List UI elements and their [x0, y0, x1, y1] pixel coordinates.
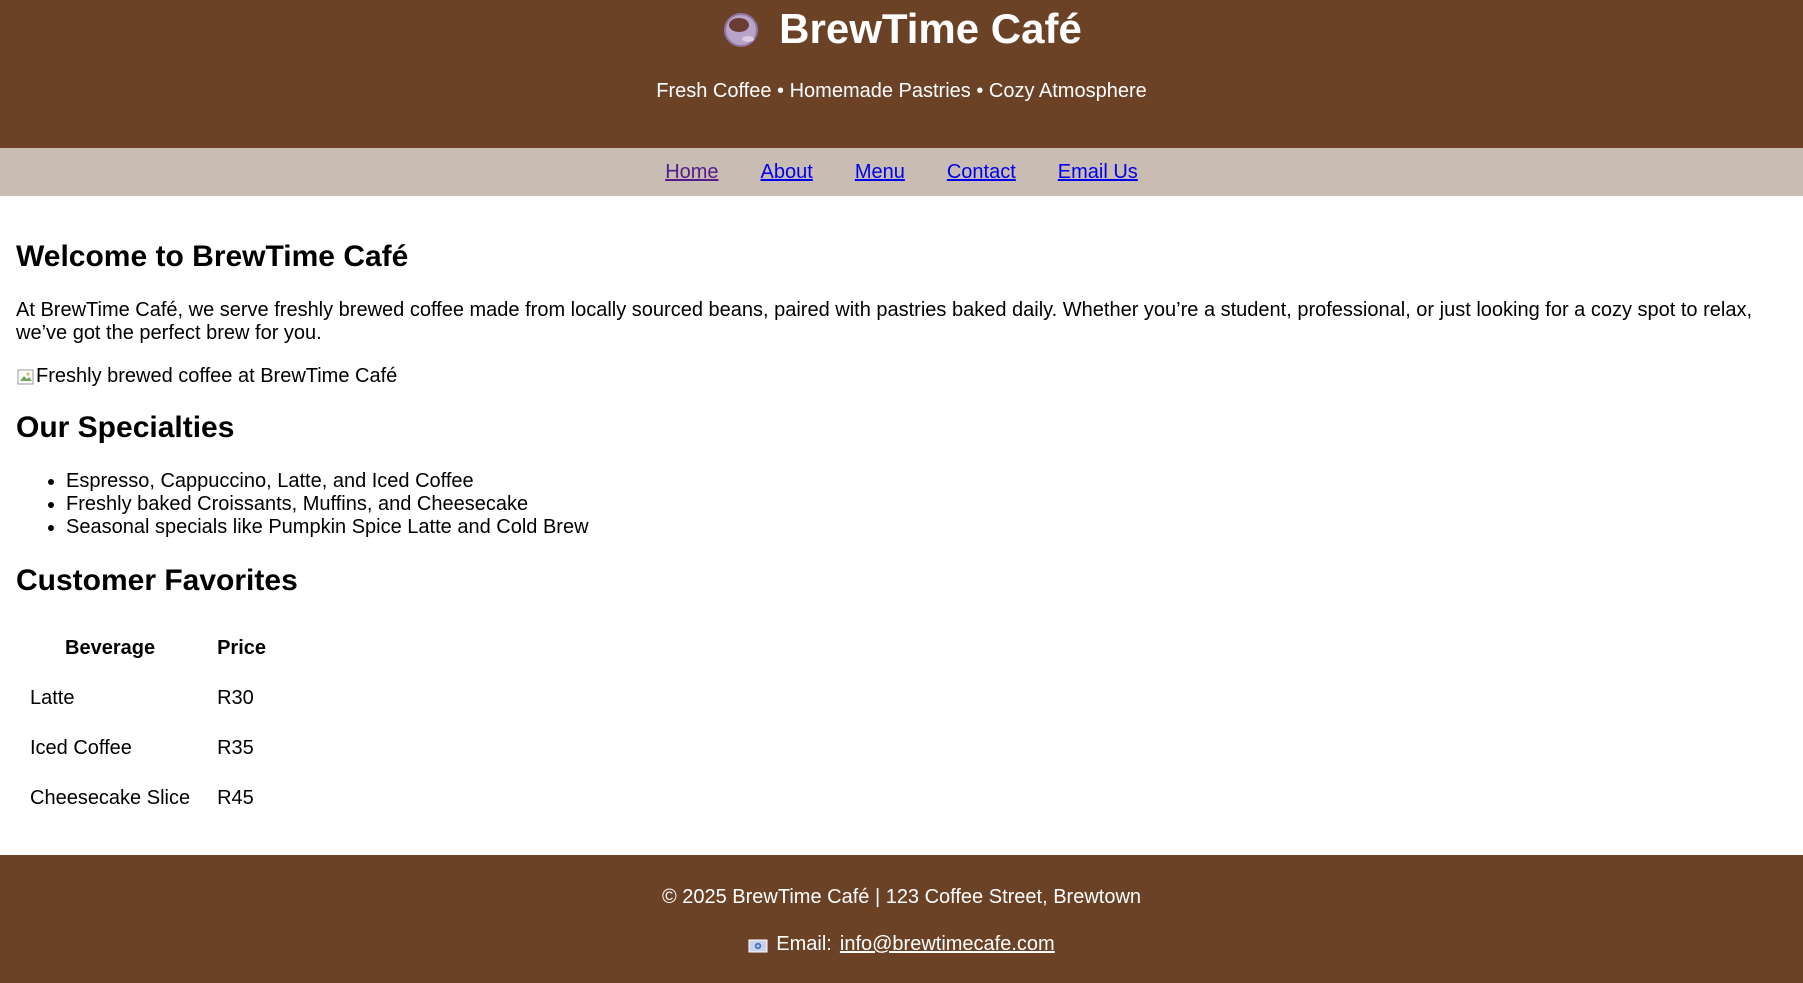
hero-image: Freshly brewed coffee at BrewTime Café: [16, 365, 1787, 388]
specialties-list: Espresso, Cappuccino, Latte, and Iced Co…: [16, 470, 1787, 539]
price-cell: R30: [217, 686, 254, 709]
site-title: BrewTime Café: [779, 5, 1082, 52]
welcome-heading: Welcome to BrewTime Café: [16, 240, 409, 273]
table-row: Iced Coffee R35: [16, 723, 280, 773]
main-nav: Home About Menu Contact Email Us: [0, 148, 1803, 196]
welcome-text: At BrewTime Café, we serve freshly brewe…: [16, 299, 1753, 344]
site-footer: © 2025 BrewTime Café | 123 Coffee Street…: [0, 855, 1803, 983]
coffee-cup-icon: [721, 9, 761, 49]
site-header: BrewTime Café Fresh Coffee • Homemade Pa…: [0, 0, 1803, 148]
table-row: Latte R30: [16, 673, 280, 723]
beverage-cell: Latte: [30, 686, 75, 709]
broken-image-icon: [16, 367, 36, 387]
list-item: Espresso, Cappuccino, Latte, and Iced Co…: [66, 470, 1787, 493]
footer-email-line: Email: info@brewtimecafe.com: [0, 932, 1803, 956]
footer-email-link[interactable]: info@brewtimecafe.com: [840, 932, 1055, 956]
beverage-cell: Cheesecake Slice: [30, 786, 191, 809]
column-header-price: Price: [217, 636, 267, 659]
nav-link-email-us[interactable]: Email Us: [1058, 161, 1138, 184]
favorites-heading: Customer Favorites: [16, 564, 298, 597]
mail-icon: [748, 936, 768, 953]
title-row: BrewTime Café: [0, 4, 1803, 54]
price-cell: R45: [217, 786, 254, 809]
hero-image-alt-text: Freshly brewed coffee at BrewTime Café: [36, 365, 398, 387]
main-content: Welcome to BrewTime Café At BrewTime Caf…: [0, 196, 1803, 855]
beverage-cell: Iced Coffee: [30, 736, 132, 759]
nav-link-contact[interactable]: Contact: [947, 161, 1016, 184]
nav-link-menu[interactable]: Menu: [855, 161, 905, 184]
specialties-heading: Our Specialties: [16, 411, 235, 444]
table-row: Cheesecake Slice R45: [16, 773, 280, 823]
list-item: Freshly baked Croissants, Muffins, and C…: [66, 493, 1787, 516]
favorites-table: Beverage Price Latte R30 Iced Coffee R35…: [16, 623, 280, 823]
footer-email-label: Email:: [776, 933, 832, 955]
price-cell: R35: [217, 736, 254, 759]
footer-copyright: © 2025 BrewTime Café | 123 Coffee Street…: [661, 886, 1142, 908]
column-header-beverage: Beverage: [65, 636, 156, 659]
tagline: Fresh Coffee • Homemade Pastries • Cozy …: [656, 80, 1147, 102]
nav-link-about[interactable]: About: [761, 161, 813, 184]
table-header-row: Beverage Price: [16, 623, 280, 673]
nav-link-home[interactable]: Home: [665, 161, 718, 184]
list-item: Seasonal specials like Pumpkin Spice Lat…: [66, 516, 1787, 539]
